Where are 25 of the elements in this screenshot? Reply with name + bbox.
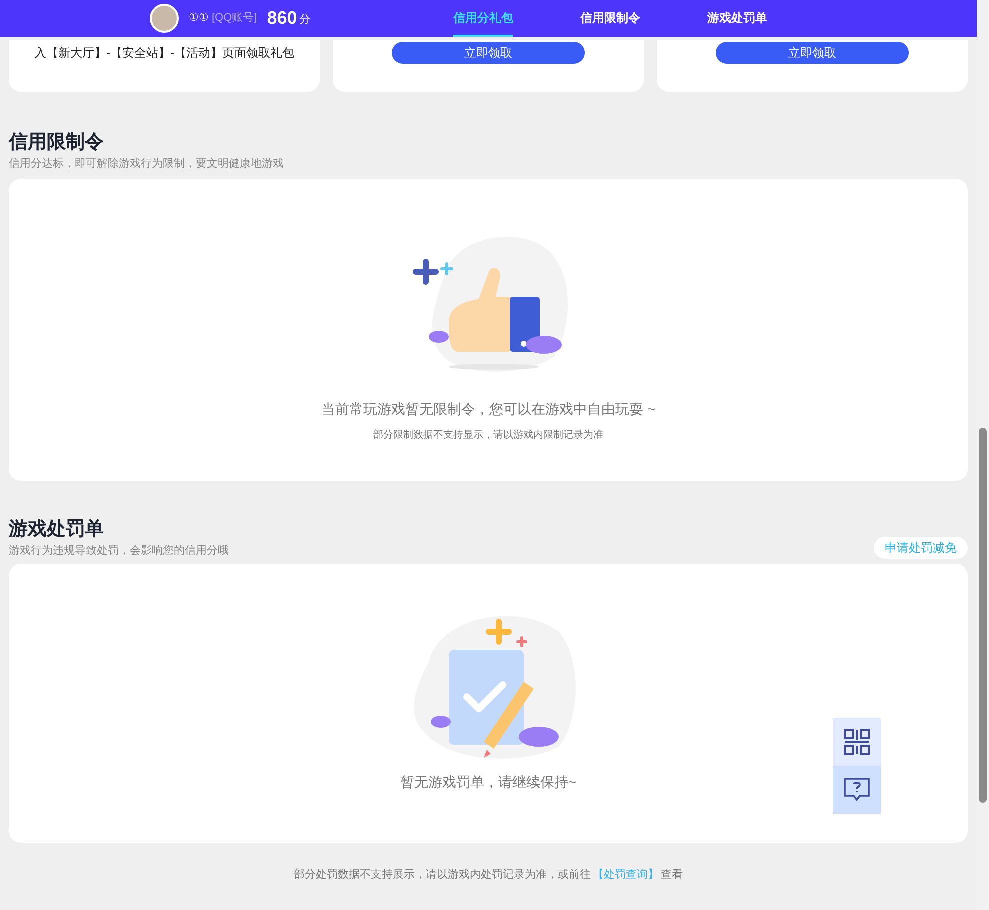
account-label: [QQ账号]: [212, 11, 258, 26]
avatar: [150, 4, 179, 33]
claim-button[interactable]: 立即领取: [716, 42, 909, 64]
score-unit: 分: [299, 13, 310, 28]
help-chat-icon: [843, 777, 871, 803]
section-subtitle: 信用分达标，即可解除游戏行为限制，要文明健康地游戏: [9, 156, 285, 172]
section-subtitle: 游戏行为违规导致处罚，会影响您的信用分哦: [9, 544, 229, 559]
nav-tab[interactable]: 信用限制令: [580, 0, 640, 37]
scrollbar-thumb[interactable]: [979, 428, 987, 803]
qr-code-icon: [844, 729, 870, 755]
empty-note: 部分限制数据不支持显示，请以游戏内限制记录为准: [374, 428, 604, 443]
nav-tab[interactable]: 游戏处罚单: [707, 0, 768, 37]
footer-suffix: 查看: [661, 868, 683, 883]
footer-note: 部分处罚数据不支持展示，请以游戏内处罚记录为准，或前往: [294, 868, 591, 883]
user-id: ①①: [189, 11, 209, 26]
qr-code-button[interactable]: [833, 718, 881, 766]
credit-score: 860: [267, 7, 298, 30]
claim-button[interactable]: 立即领取: [392, 42, 585, 64]
section-title: 信用限制令: [9, 131, 105, 155]
empty-message: 当前常玩游戏暂无限制令，您可以在游戏中自由玩耍 ~: [321, 400, 656, 419]
empty-message: 暂无游戏罚单，请继续保持~: [400, 773, 577, 792]
nav-tab[interactable]: 信用分礼包: [453, 0, 514, 37]
gift-instruction: 入【新大厅】-【安全站】-【活动】页面领取礼包: [34, 45, 294, 62]
section-title: 游戏处罚单: [9, 518, 105, 542]
help-button[interactable]: [833, 766, 881, 814]
